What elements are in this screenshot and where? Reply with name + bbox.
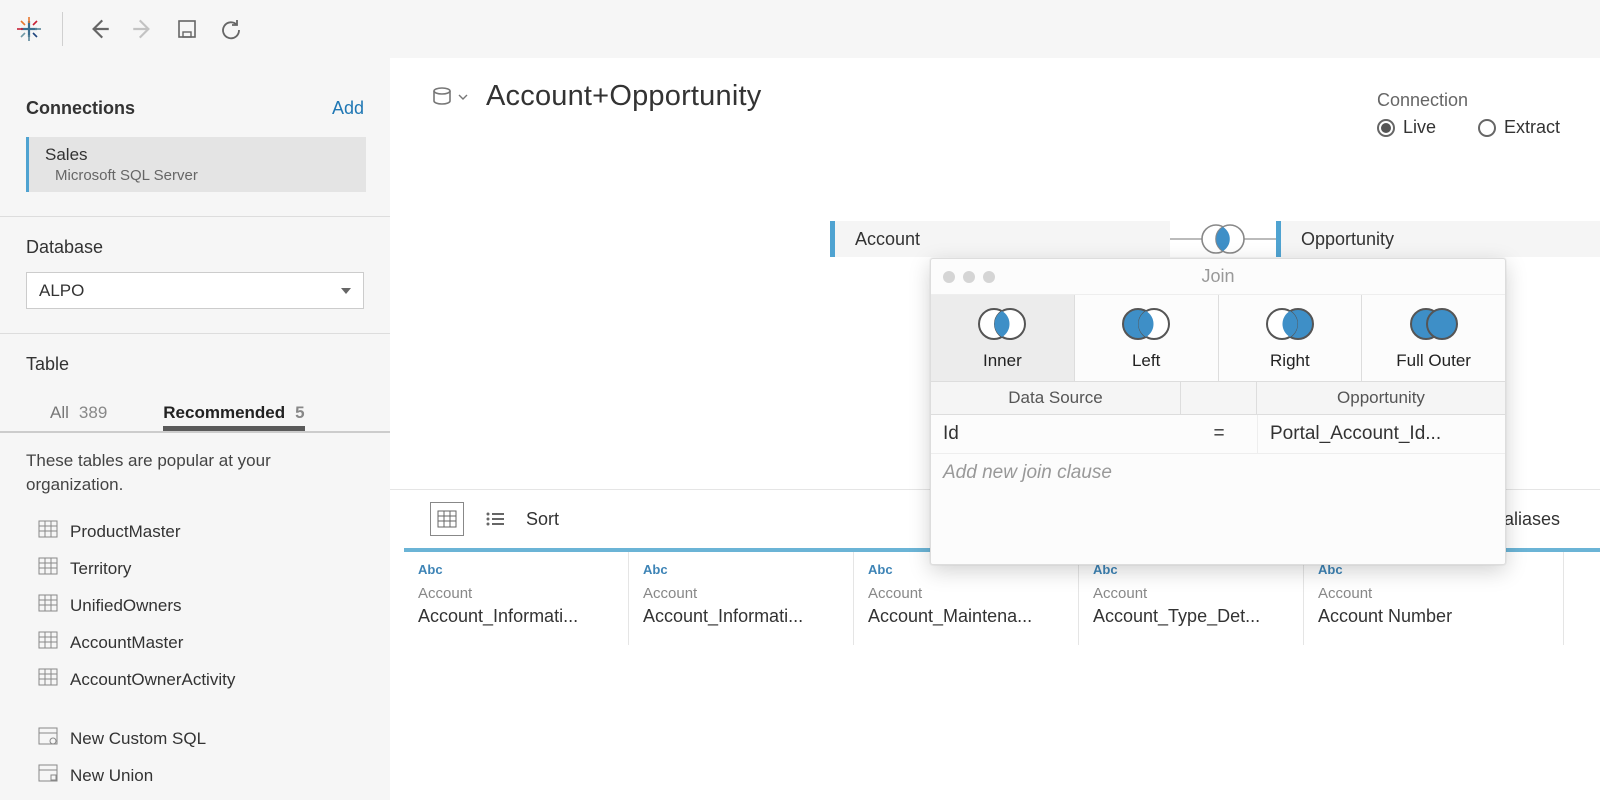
- dialog-title: Join: [931, 266, 1505, 287]
- table-item[interactable]: AccountOwnerActivity: [26, 661, 364, 698]
- add-join-clause[interactable]: Add new join clause: [931, 454, 1505, 494]
- chevron-down-icon: [341, 288, 351, 294]
- union-icon: [38, 764, 58, 787]
- refresh-button[interactable]: [213, 11, 249, 47]
- tableau-logo-icon: [14, 14, 44, 44]
- column-header[interactable]: Abc Account Account_Informati...: [404, 552, 629, 645]
- join-header-left: Data Source: [931, 382, 1181, 414]
- table-pill-right[interactable]: Opportunity: [1276, 221, 1600, 257]
- column-header[interactable]: Abc Account Account Number: [1304, 552, 1564, 645]
- table-label: Table: [0, 334, 390, 389]
- custom-sql-icon: [38, 727, 58, 750]
- tab-all[interactable]: All 389: [50, 395, 107, 431]
- sort-label[interactable]: Sort: [526, 509, 559, 530]
- table-icon: [38, 520, 58, 543]
- add-connection-link[interactable]: Add: [332, 98, 364, 119]
- join-clause-row[interactable]: Id = Portal_Account_Id...: [931, 415, 1505, 454]
- table-list: ProductMaster Territory UnifiedOwners Ac…: [0, 507, 390, 800]
- database-value: ALPO: [39, 281, 84, 301]
- table-icon: [38, 668, 58, 691]
- database-label: Database: [0, 217, 390, 272]
- connection-item[interactable]: Sales Microsoft SQL Server: [26, 137, 366, 192]
- column-header[interactable]: Abc Account Account_Maintena...: [854, 552, 1079, 645]
- canvas: Account+Opportunity Connection Live Extr…: [390, 58, 1600, 800]
- database-dropdown[interactable]: ALPO: [26, 272, 364, 309]
- table-item[interactable]: AccountMaster: [26, 624, 364, 661]
- join-type-right[interactable]: Right: [1219, 295, 1363, 381]
- table-icon: [38, 631, 58, 654]
- table-item[interactable]: UnifiedOwners: [26, 587, 364, 624]
- datasource-title[interactable]: Account+Opportunity: [486, 80, 761, 113]
- back-button[interactable]: [81, 11, 117, 47]
- join-type-left[interactable]: Left: [1075, 295, 1219, 381]
- list-view-button[interactable]: [478, 502, 512, 536]
- forward-button[interactable]: [125, 11, 161, 47]
- join-type-inner[interactable]: Inner: [931, 295, 1075, 381]
- sidebar: Connections Add Sales Microsoft SQL Serv…: [0, 58, 390, 800]
- column-header[interactable]: Abc Account Account_Type_Det...: [1079, 552, 1304, 645]
- tab-recommended[interactable]: Recommended 5: [163, 395, 304, 431]
- top-toolbar: [0, 0, 1600, 58]
- table-tabs: All 389 Recommended 5: [0, 395, 390, 431]
- new-union[interactable]: New Union: [26, 757, 364, 794]
- join-dialog: Join Inner Left Right Full Outer: [930, 258, 1506, 565]
- connection-name: Sales: [45, 145, 350, 165]
- divider: [62, 12, 63, 46]
- grid-view-button[interactable]: [430, 502, 464, 536]
- join-header-right: Opportunity: [1257, 382, 1505, 414]
- recommended-hint: These tables are popular at your organiz…: [0, 433, 390, 507]
- table-item[interactable]: ProductMaster: [26, 513, 364, 550]
- table-icon: [38, 594, 58, 617]
- table-item[interactable]: Territory: [26, 550, 364, 587]
- join-type-full[interactable]: Full Outer: [1362, 295, 1505, 381]
- save-button[interactable]: [169, 11, 205, 47]
- new-custom-sql[interactable]: New Custom SQL: [26, 720, 364, 757]
- datasource-icon[interactable]: [430, 83, 468, 111]
- connection-type: Microsoft SQL Server: [45, 165, 350, 184]
- table-icon: [38, 557, 58, 580]
- connections-heading: Connections: [26, 98, 135, 119]
- table-pill-left[interactable]: Account: [830, 221, 1170, 257]
- column-header[interactable]: Abc Account Account_Informati...: [629, 552, 854, 645]
